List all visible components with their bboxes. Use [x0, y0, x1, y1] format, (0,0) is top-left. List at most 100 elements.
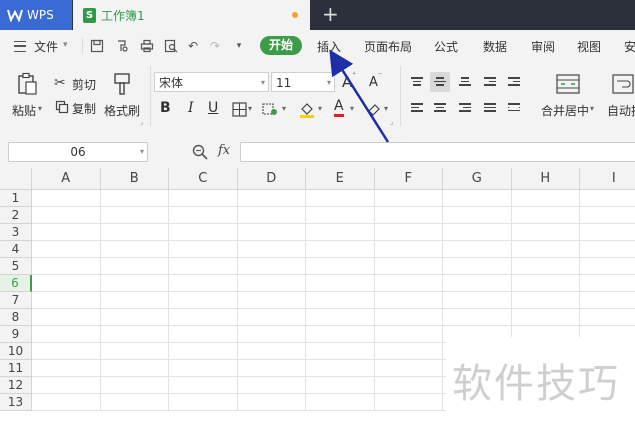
formula-input[interactable]: [240, 142, 635, 162]
row-header[interactable]: 7: [0, 292, 32, 309]
undo-icon[interactable]: ↶: [186, 39, 200, 53]
italic-button[interactable]: I: [188, 100, 194, 116]
select-all-corner[interactable]: [0, 168, 32, 190]
align-right-icon: [459, 103, 471, 114]
format-painter-button[interactable]: 格式刷: [104, 102, 140, 119]
paste-dropdown-icon[interactable]: ▾: [38, 104, 42, 113]
merge-dropdown-icon[interactable]: ▾: [590, 104, 594, 113]
borders-icon[interactable]: [232, 102, 247, 117]
merge-center-button[interactable]: 合并居中: [541, 102, 589, 119]
zoom-icon[interactable]: [192, 144, 208, 160]
font-color-dropdown-icon[interactable]: ▾: [350, 104, 354, 113]
column-header[interactable]: F: [374, 168, 443, 190]
cut-button[interactable]: 剪切: [72, 76, 96, 93]
clear-dropdown-icon[interactable]: ▾: [384, 104, 388, 113]
decrease-font-size-button[interactable]: A: [369, 75, 378, 90]
tab-security[interactable]: 安: [624, 38, 635, 55]
font-launcher-icon[interactable]: ⌟: [390, 118, 393, 126]
insert-function-button[interactable]: fx: [218, 143, 230, 158]
wrap-text-button[interactable]: 自动换: [607, 102, 635, 119]
row-header[interactable]: 12: [0, 377, 32, 394]
align-middle-button[interactable]: [430, 72, 450, 92]
tab-review[interactable]: 审阅: [531, 38, 555, 55]
spreadsheet-icon: S: [83, 7, 96, 23]
decrease-indent-button[interactable]: [480, 72, 500, 92]
column-header[interactable]: B: [100, 168, 169, 190]
bold-button[interactable]: B: [160, 100, 171, 116]
align-left-button[interactable]: [407, 98, 427, 118]
align-center-button[interactable]: [430, 98, 450, 118]
font-color-button[interactable]: A: [334, 98, 344, 117]
column-header[interactable]: H: [511, 168, 580, 190]
justify-button[interactable]: [480, 98, 500, 118]
align-middle-icon: [434, 77, 446, 88]
file-menu[interactable]: 文件: [34, 38, 58, 55]
row-header[interactable]: 11: [0, 360, 32, 377]
save-icon[interactable]: [90, 39, 104, 53]
merge-center-icon[interactable]: [556, 74, 580, 94]
document-tab-label: 工作簿1: [101, 8, 145, 23]
align-bottom-button[interactable]: [455, 72, 475, 92]
format-painter-icon[interactable]: [112, 72, 132, 96]
hamburger-icon[interactable]: [14, 41, 26, 52]
paste-icon[interactable]: [16, 72, 38, 96]
font-name-value: 宋体: [159, 76, 184, 90]
caret-down-icon: ⁻: [378, 70, 383, 79]
copy-button[interactable]: 复制: [72, 100, 96, 117]
column-header[interactable]: I: [580, 168, 635, 190]
output-icon[interactable]: [115, 39, 129, 53]
print-icon[interactable]: [140, 39, 154, 53]
increase-font-size-button[interactable]: A: [342, 73, 352, 91]
column-header[interactable]: C: [169, 168, 238, 190]
align-top-button[interactable]: [407, 72, 427, 92]
redo-icon[interactable]: ↷: [208, 39, 222, 53]
column-header[interactable]: D: [237, 168, 306, 190]
font-size-select[interactable]: 11 ▾: [271, 72, 335, 92]
row-header[interactable]: 2: [0, 207, 32, 224]
distributed-align-button[interactable]: [504, 98, 524, 118]
row-header[interactable]: 8: [0, 309, 32, 326]
underline-button[interactable]: U: [208, 100, 218, 116]
increase-indent-button[interactable]: [504, 72, 524, 92]
copy-icon[interactable]: [55, 100, 69, 114]
print-preview-icon[interactable]: [164, 39, 178, 53]
row-header[interactable]: 1: [0, 190, 32, 207]
row-header[interactable]: 9: [0, 326, 32, 343]
row-header[interactable]: 10: [0, 343, 32, 360]
column-header[interactable]: A: [32, 168, 101, 190]
document-tab[interactable]: S 工作簿1: [73, 0, 310, 30]
row-header[interactable]: 6: [0, 275, 32, 292]
row-header[interactable]: 3: [0, 224, 32, 241]
row-header[interactable]: 4: [0, 241, 32, 258]
align-right-button[interactable]: [455, 98, 475, 118]
cell-style-dropdown-icon[interactable]: ▾: [282, 104, 286, 113]
row-header[interactable]: 5: [0, 258, 32, 275]
wrap-text-icon[interactable]: [612, 74, 634, 94]
fill-color-dropdown-icon[interactable]: ▾: [318, 104, 322, 113]
tab-page-layout[interactable]: 页面布局: [364, 38, 412, 55]
row-header[interactable]: 13: [0, 394, 32, 411]
eraser-icon[interactable]: [366, 101, 382, 117]
gridline: [32, 291, 635, 292]
name-box[interactable]: 06 ▾: [8, 142, 148, 162]
paste-button[interactable]: 粘贴: [12, 102, 36, 119]
tab-home[interactable]: 开始: [260, 36, 302, 55]
customize-toolbar-icon[interactable]: ▾: [232, 39, 246, 53]
watermark-text: 软件技巧: [452, 361, 620, 407]
wps-home-tab[interactable]: WPS: [0, 0, 72, 30]
cell-style-icon[interactable]: [262, 102, 278, 117]
tab-data[interactable]: 数据: [483, 38, 507, 55]
clipboard-launcher-icon[interactable]: ⌟: [140, 118, 143, 126]
tab-view[interactable]: 视图: [577, 38, 601, 55]
column-header[interactable]: E: [306, 168, 375, 190]
fill-color-icon[interactable]: [298, 100, 316, 118]
tab-insert[interactable]: 插入: [317, 38, 341, 55]
borders-dropdown-icon[interactable]: ▾: [248, 104, 252, 113]
tab-formulas[interactable]: 公式: [434, 38, 458, 55]
new-tab-button[interactable]: +: [322, 3, 339, 25]
divider: [400, 66, 401, 126]
scissors-icon[interactable]: ✂: [54, 75, 66, 91]
file-dropdown-icon[interactable]: ▾: [63, 40, 68, 50]
column-header[interactable]: G: [443, 168, 512, 190]
font-name-select[interactable]: 宋体 ▾: [154, 72, 269, 92]
